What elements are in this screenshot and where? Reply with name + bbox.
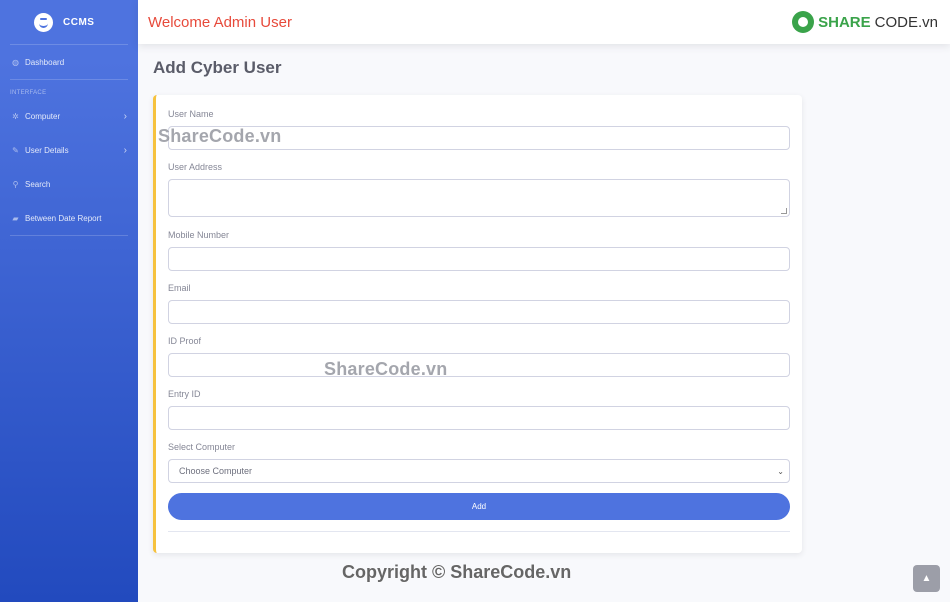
wrench-icon: ✎ <box>12 145 19 155</box>
add-user-form-card: User Name User Address Mobile Number Ema… <box>153 95 802 553</box>
email-input[interactable] <box>168 300 790 324</box>
brand[interactable]: CCMS <box>0 0 138 44</box>
add-button[interactable]: Add <box>168 493 790 520</box>
watermark-logo: SHARE CODE.vn <box>792 11 938 33</box>
id-proof-label: ID Proof <box>168 336 202 346</box>
copyright-watermark: Copyright © ShareCode.vn <box>342 562 572 582</box>
sidebar-item-user-details[interactable]: ✎ User Details › <box>0 133 138 167</box>
mobile-number-input[interactable] <box>168 247 790 271</box>
chevron-up-icon: ▲ <box>921 573 932 584</box>
watermark-logo-part1: SHARE <box>818 13 871 31</box>
chevron-right-icon: › <box>123 110 127 122</box>
id-proof-input[interactable] <box>168 353 790 377</box>
brand-name: CCMS <box>63 16 95 28</box>
computer-select[interactable]: Choose Computer ⌄ <box>168 459 790 483</box>
gear-icon: ✲ <box>12 111 19 121</box>
welcome-text: Welcome Admin User <box>148 13 292 31</box>
chevron-down-icon: ⌄ <box>777 467 784 476</box>
sidebar-item-search[interactable]: ⚲ Search <box>0 167 138 201</box>
sidebar-divider <box>10 235 128 236</box>
sidebar-item-label: Between Date Report <box>25 213 102 223</box>
email-label: Email <box>168 283 191 293</box>
sidebar-item-label: Dashboard <box>25 57 65 67</box>
sidebar-heading: INTERFACE <box>10 90 47 96</box>
user-address-label: User Address <box>168 162 223 172</box>
watermark-logo-part2: CODE.vn <box>874 13 938 31</box>
sidebar-item-label: User Details <box>25 145 69 155</box>
topbar: Welcome Admin User SHARE CODE.vn <box>138 0 950 44</box>
brand-logo-icon <box>34 12 53 32</box>
sidebar-item-dashboard[interactable]: ◍ Dashboard <box>0 45 138 79</box>
user-address-textarea[interactable] <box>168 179 790 217</box>
card-divider <box>168 531 790 532</box>
page-title: Add Cyber User <box>153 58 282 77</box>
sidebar-item-label: Computer <box>25 111 61 121</box>
sidebar-item-label: Search <box>25 179 51 189</box>
select-computer-label: Select Computer <box>168 442 236 452</box>
entry-id-label: Entry ID <box>168 389 201 399</box>
computer-select-value: Choose Computer <box>179 466 253 476</box>
mobile-number-label: Mobile Number <box>168 230 230 240</box>
chevron-right-icon: › <box>123 144 127 156</box>
sidebar: CCMS ◍ Dashboard INTERFACE ✲ Computer › … <box>0 0 138 602</box>
sidebar-item-computer[interactable]: ✲ Computer › <box>0 99 138 133</box>
search-icon: ⚲ <box>12 179 19 189</box>
watermark-text: ShareCode.vn <box>324 359 448 379</box>
user-name-label: User Name <box>168 109 214 119</box>
watermark-text: ShareCode.vn <box>158 126 282 146</box>
scroll-to-top-button[interactable]: ▲ <box>913 565 940 592</box>
sharecode-logo-icon <box>792 11 815 33</box>
sidebar-item-between-date-report[interactable]: ▰ Between Date Report <box>0 201 138 235</box>
entry-id-input[interactable] <box>168 406 790 430</box>
folder-icon: ▰ <box>12 213 19 223</box>
dashboard-icon: ◍ <box>12 57 19 67</box>
